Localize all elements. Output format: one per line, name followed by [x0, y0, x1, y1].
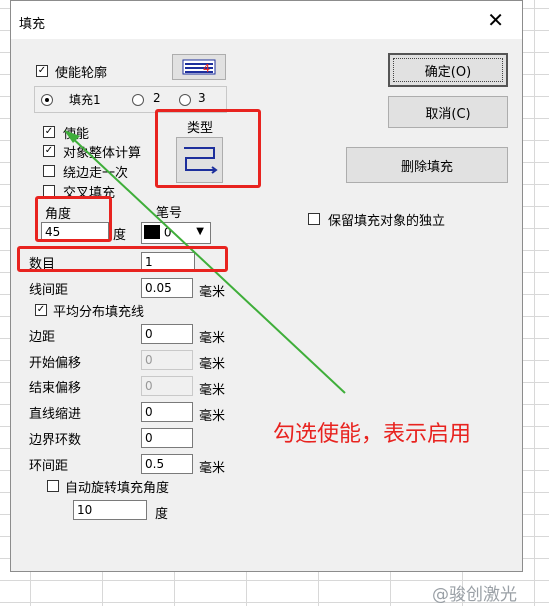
- watermark: @骏创激光: [432, 585, 517, 605]
- annotation-arrow: [64, 130, 346, 394]
- annotation-text: 勾选使能，表示启用: [273, 422, 472, 447]
